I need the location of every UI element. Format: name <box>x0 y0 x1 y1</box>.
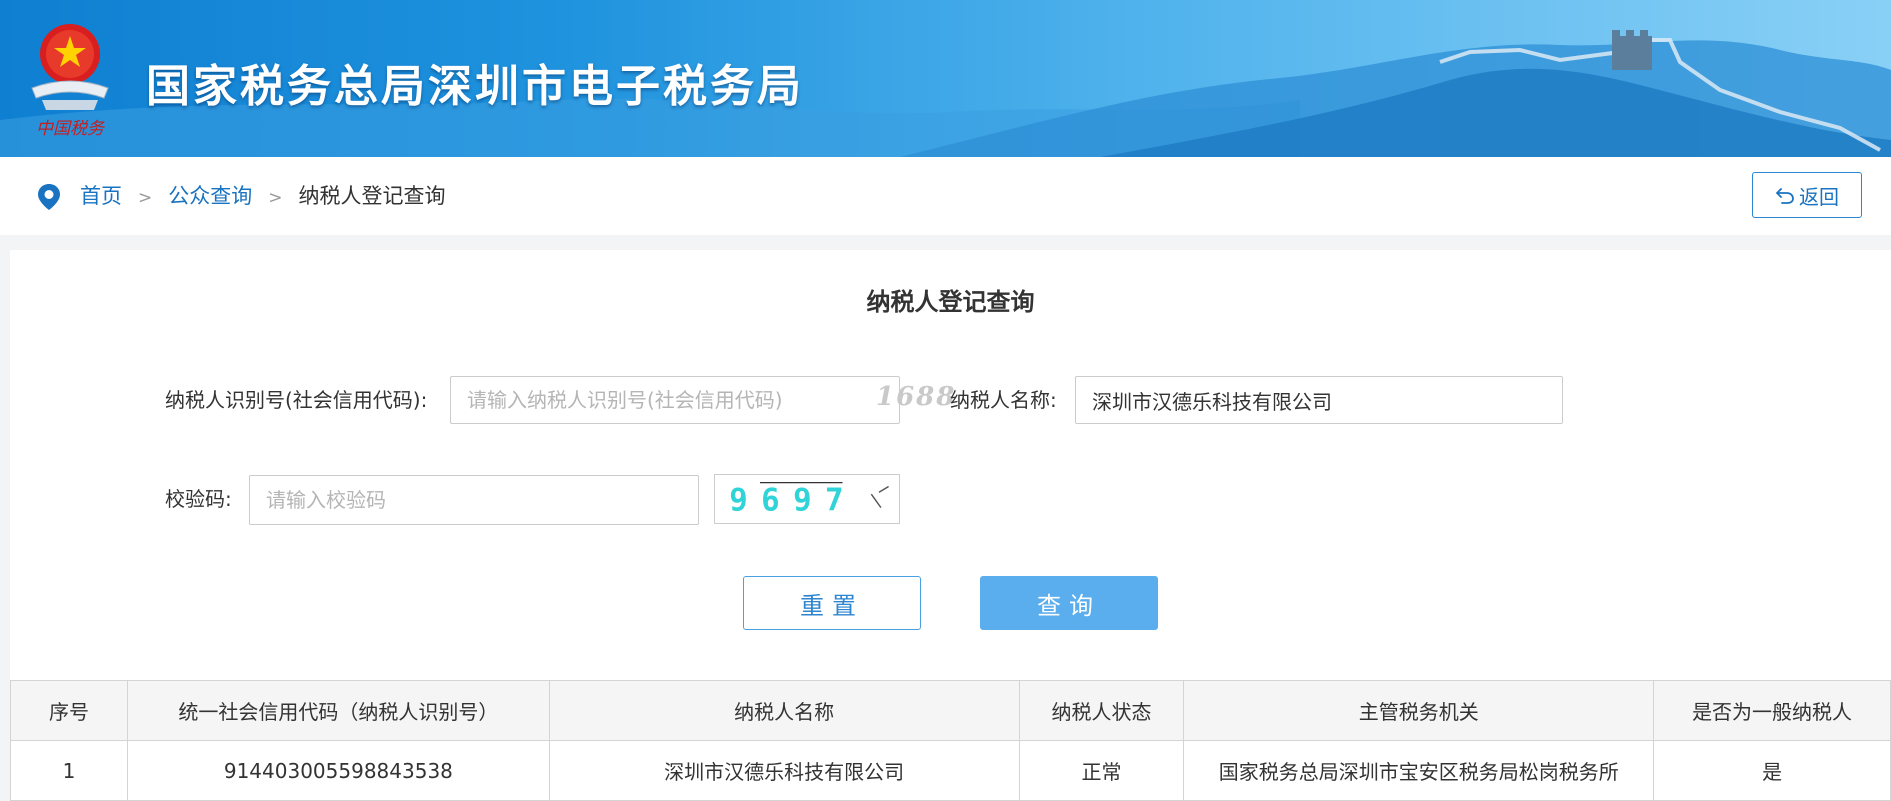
taxpayer-name-input[interactable] <box>1075 376 1563 424</box>
breadcrumb-separator: > <box>268 188 283 208</box>
query-button[interactable]: 查询 <box>980 576 1158 630</box>
taxpayer-id-label: 纳税人识别号(社会信用代码): <box>165 388 428 412</box>
breadcrumb: 首页 > 公众查询 > 纳税人登记查询 <box>80 181 446 213</box>
table-row: 1 914403005598843538 深圳市汉德乐科技有限公司 正常 国家税… <box>10 740 1891 801</box>
breadcrumb-home-link[interactable]: 首页 <box>80 184 122 208</box>
page-title: 纳税人登记查询 <box>866 288 1035 316</box>
captcha-input[interactable] <box>249 475 699 525</box>
location-pin-icon <box>38 184 60 210</box>
column-header-taxpayer-name: 纳税人名称 <box>548 680 1020 741</box>
reset-button[interactable]: 重置 <box>743 576 921 630</box>
back-button-label: 返回 <box>1799 184 1839 209</box>
breadcrumb-bar: 首页 > 公众查询 > 纳税人登记查询 返回 <box>0 157 1891 235</box>
captcha-graphic: 9697 <box>729 482 889 519</box>
breadcrumb-separator: > <box>138 188 153 208</box>
taxpayer-name-label: 纳税人名称: <box>950 388 1057 412</box>
column-header-status: 纳税人状态 <box>1018 680 1185 741</box>
tax-emblem-icon: 中国税务 <box>31 24 109 139</box>
cell-general-taxpayer: 是 <box>1653 740 1891 801</box>
cell-credit-code: 914403005598843538 <box>126 740 550 801</box>
cell-status: 正常 <box>1018 740 1185 801</box>
back-button[interactable]: 返回 <box>1752 172 1862 218</box>
captcha-image[interactable]: 9697 <box>714 474 900 524</box>
breadcrumb-current: 纳税人登记查询 <box>298 184 446 208</box>
captcha-code-text: 9697 <box>729 483 857 519</box>
column-header-tax-authority: 主管税务机关 <box>1183 680 1655 741</box>
results-table: 序号 统一社会信用代码（纳税人识别号） 纳税人名称 纳税人状态 主管税务机关 是… <box>10 680 1891 801</box>
emblem-caption: 中国税务 <box>36 119 106 139</box>
captcha-label: 校验码: <box>165 487 232 511</box>
table-header-row: 序号 统一社会信用代码（纳税人识别号） 纳税人名称 纳税人状态 主管税务机关 是… <box>10 680 1891 741</box>
cell-index: 1 <box>10 740 128 801</box>
query-panel: 纳税人登记查询 纳税人识别号(社会信用代码): 1688 纳税人名称: 校验码:… <box>10 250 1891 801</box>
watermark-text: 1688 <box>876 382 957 412</box>
undo-arrow-icon <box>1776 188 1794 204</box>
column-header-credit-code: 统一社会信用代码（纳税人识别号） <box>126 680 550 741</box>
column-header-general-taxpayer: 是否为一般纳税人 <box>1653 680 1891 741</box>
column-header-index: 序号 <box>10 680 128 741</box>
breadcrumb-public-query-link[interactable]: 公众查询 <box>168 184 252 208</box>
taxpayer-id-input[interactable] <box>450 376 900 424</box>
site-title: 国家税务总局深圳市电子税务局 <box>146 61 804 112</box>
cell-taxpayer-name: 深圳市汉德乐科技有限公司 <box>548 740 1020 801</box>
cell-tax-authority: 国家税务总局深圳市宝安区税务局松岗税务所 <box>1183 740 1655 801</box>
site-header-banner: 中国税务 国家税务总局深圳市电子税务局 <box>0 0 1891 157</box>
